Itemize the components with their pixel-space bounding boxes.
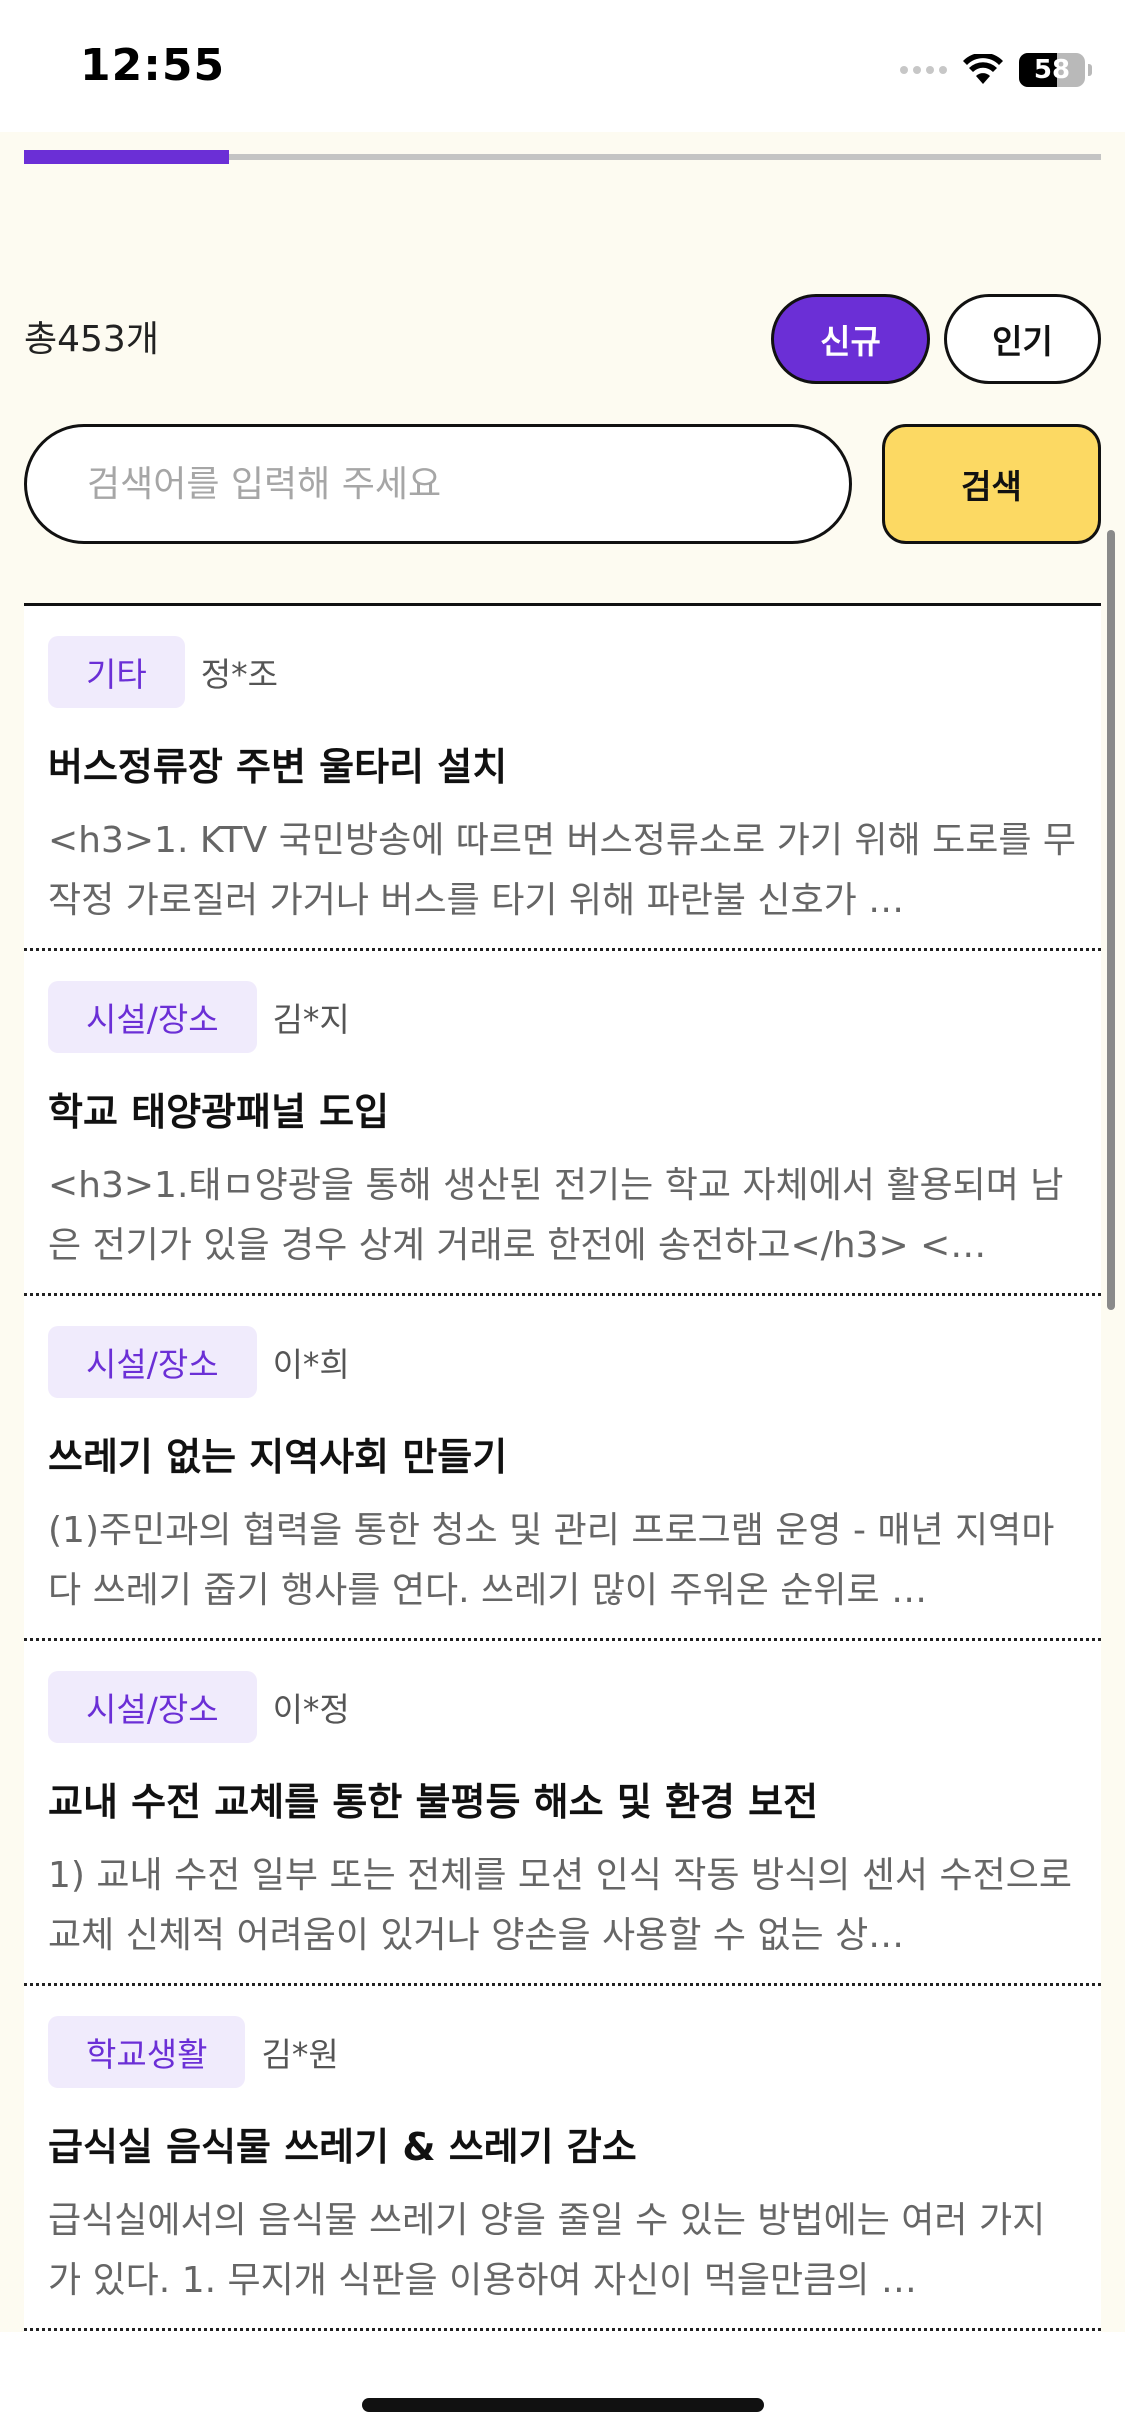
list-item[interactable]: 시설/장소 이*희 쓰레기 없는 지역사회 만들기 (1)주민과의 협력을 통한… xyxy=(24,1296,1101,1641)
author-name: 김*원 xyxy=(261,2035,339,2074)
sort-popular-button[interactable]: 인기 xyxy=(944,294,1101,384)
author-name: 정*조 xyxy=(200,655,278,694)
search-input[interactable] xyxy=(24,424,852,544)
item-description: <h3>1. KTV 국민방송에 따르면 버스정류소로 가기 위해 도로를 무작… xyxy=(48,820,1077,921)
scrollbar[interactable] xyxy=(1107,530,1115,1310)
item-title: 급식실 음식물 쓰레기 & 쓰레기 감소 xyxy=(48,2125,637,2169)
category-badge: 시설/장소 xyxy=(48,981,257,1053)
category-badge: 기타 xyxy=(48,636,185,708)
home-indicator[interactable] xyxy=(362,2398,764,2412)
category-badge: 시설/장소 xyxy=(48,1326,257,1398)
item-title: 쓰레기 없는 지역사회 만들기 xyxy=(48,1435,508,1479)
author-name: 김*지 xyxy=(272,1000,350,1039)
progress-bar xyxy=(24,150,1101,164)
item-title: 학교 태양광패널 도입 xyxy=(48,1090,390,1134)
item-description: 1) 교내 수전 일부 또는 전체를 모션 인식 작동 방식의 센서 수전으로 … xyxy=(48,1855,1072,1956)
status-bar: 12:55 58 xyxy=(0,0,1125,132)
category-badge: 학교생활 xyxy=(48,2016,246,2088)
bottom-bar xyxy=(0,2332,1125,2436)
cellular-signal-icon xyxy=(900,66,947,74)
page-content: 총453개 신규 인기 검색 기타 정*조 버스정류장 주변 울타리 설치 <h… xyxy=(0,132,1125,2332)
list-item[interactable]: 학교생활 김*원 급식실 음식물 쓰레기 & 쓰레기 감소 급식실에서의 음식물… xyxy=(24,1986,1101,2331)
search-button[interactable]: 검색 xyxy=(882,424,1101,544)
battery-level: 58 xyxy=(1033,55,1071,85)
progress-bar-fill xyxy=(24,150,229,164)
status-icons: 58 xyxy=(900,50,1092,90)
wifi-icon xyxy=(963,54,1003,84)
list-item[interactable]: 기타 정*조 버스정류장 주변 울타리 설치 <h3>1. KTV 국민방송에 … xyxy=(24,606,1101,951)
list-item[interactable]: 시설/장소 김*지 학교 태양광패널 도입 <h3>1.태ㅁ양광을 통해 생산된… xyxy=(24,951,1101,1296)
battery-icon: 58 xyxy=(1019,53,1092,87)
item-description: <h3>1.태ㅁ양광을 통해 생산된 전기는 학교 자체에서 활용되며 남은 전… xyxy=(48,1165,1064,1266)
item-description: 급식실에서의 음식물 쓰레기 양을 줄일 수 있는 방법에는 여러 가지가 있다… xyxy=(48,2200,1046,2301)
item-description: (1)주민과의 협력을 통한 청소 및 관리 프로그램 운영 - 매년 지역마다… xyxy=(48,1510,1055,1611)
author-name: 이*희 xyxy=(272,1345,350,1384)
item-title: 교내 수전 교체를 통한 불평등 해소 및 환경 보전 xyxy=(48,1780,819,1824)
category-badge: 시설/장소 xyxy=(48,1671,257,1743)
list-item[interactable]: 시설/장소 이*정 교내 수전 교체를 통한 불평등 해소 및 환경 보전 1)… xyxy=(24,1641,1101,1986)
item-title: 버스정류장 주변 울타리 설치 xyxy=(48,745,508,789)
sort-new-button[interactable]: 신규 xyxy=(771,294,930,384)
author-name: 이*정 xyxy=(272,1690,350,1729)
status-time: 12:55 xyxy=(80,40,226,91)
total-count: 총453개 xyxy=(24,319,159,360)
suggestion-list: 기타 정*조 버스정류장 주변 울타리 설치 <h3>1. KTV 국민방송에 … xyxy=(24,606,1101,2332)
